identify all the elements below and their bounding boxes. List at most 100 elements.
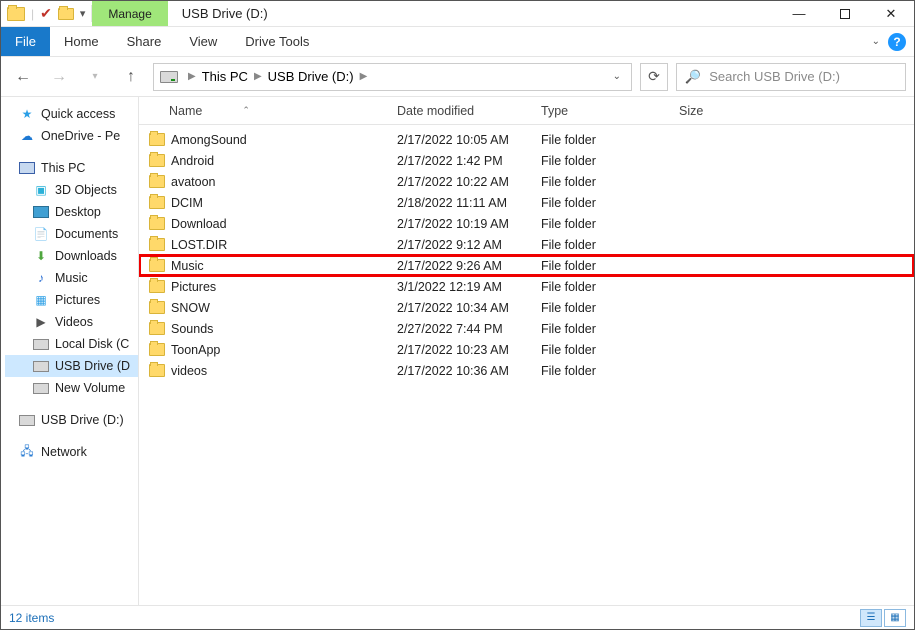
close-button[interactable]: ✕ [868, 1, 914, 26]
folder-icon [149, 301, 165, 314]
file-date: 2/17/2022 1:42 PM [397, 154, 541, 168]
sidebar-item-label: Music [55, 271, 88, 285]
breadcrumb-this-pc[interactable]: This PC [202, 69, 248, 84]
file-type: File folder [541, 133, 651, 147]
folder-row-amongsound[interactable]: AmongSound2/17/2022 10:05 AMFile folder [139, 129, 914, 150]
sidebar-item-usb-drive-d[interactable]: USB Drive (D [5, 355, 138, 377]
nav-forward-button[interactable]: → [45, 63, 73, 91]
folder-row-pictures[interactable]: Pictures3/1/2022 12:19 AMFile folder [139, 276, 914, 297]
chevron-right-icon[interactable]: ▶ [250, 71, 266, 82]
folder-icon [149, 238, 165, 251]
file-name: Download [171, 217, 227, 231]
folder-icon[interactable] [58, 8, 74, 20]
column-header-date[interactable]: Date modified [397, 104, 541, 118]
file-date: 2/17/2022 10:05 AM [397, 133, 541, 147]
address-dropdown-icon[interactable]: ⌄ [609, 71, 625, 82]
sidebar-item-label: Documents [55, 227, 118, 241]
folder-row-lost-dir[interactable]: LOST.DIR2/17/2022 9:12 AMFile folder [139, 234, 914, 255]
status-item-count: 12 items [9, 611, 54, 625]
search-input[interactable] [709, 69, 897, 84]
mus-icon: ♪ [33, 270, 49, 286]
file-date: 2/17/2022 9:26 AM [397, 259, 541, 273]
chevron-right-icon[interactable]: ▶ [184, 71, 200, 82]
ribbon-collapse-icon[interactable]: ⌄ [872, 36, 880, 47]
refresh-button[interactable]: ⟳ [640, 63, 668, 91]
nav-back-button[interactable]: ← [9, 63, 37, 91]
column-header-type[interactable]: Type [541, 104, 651, 118]
disk-icon [33, 336, 49, 352]
folder-icon [149, 322, 165, 335]
file-date: 2/17/2022 10:22 AM [397, 175, 541, 189]
qat-separator: | [31, 7, 34, 21]
folder-row-download[interactable]: Download2/17/2022 10:19 AMFile folder [139, 213, 914, 234]
tab-view[interactable]: View [175, 27, 231, 56]
chevron-right-icon[interactable]: ▶ [356, 71, 372, 82]
checkmark-icon[interactable]: ✔ [40, 5, 52, 22]
sidebar-item-label: Desktop [55, 205, 101, 219]
search-box[interactable]: 🔍 [676, 63, 906, 91]
column-header-size[interactable]: Size [651, 104, 703, 118]
sidebar[interactable]: ★Quick access☁OneDrive - Pe This PC▣3D Ob… [1, 97, 139, 605]
file-date: 2/17/2022 9:12 AM [397, 238, 541, 252]
column-header-name-label: Name [169, 104, 202, 118]
minimize-button[interactable]: — [776, 1, 822, 26]
sidebar-item-label: USB Drive (D:) [41, 413, 124, 427]
qat-overflow[interactable]: ▾ [80, 7, 86, 20]
disk-icon [19, 412, 35, 428]
sidebar-item-label: Quick access [41, 107, 115, 121]
folder-row-snow[interactable]: SNOW2/17/2022 10:34 AMFile folder [139, 297, 914, 318]
folder-row-toonapp[interactable]: ToonApp2/17/2022 10:23 AMFile folder [139, 339, 914, 360]
folder-row-music[interactable]: Music2/17/2022 9:26 AMFile folder [139, 255, 914, 276]
tab-file[interactable]: File [1, 27, 50, 56]
sidebar-item-documents[interactable]: 📄 Documents [5, 223, 138, 245]
column-header-name[interactable]: Name ⌃ [169, 104, 397, 118]
address-bar[interactable]: ▶ This PC ▶ USB Drive (D:) ▶ ⌄ [153, 63, 632, 91]
sidebar-item-usb-drive-d-[interactable]: USB Drive (D:) [5, 409, 138, 431]
app-icon[interactable] [7, 7, 25, 21]
file-name: Pictures [171, 280, 216, 294]
net-icon: 🖧 [19, 444, 35, 460]
sidebar-item-label: OneDrive - Pe [41, 129, 120, 143]
folder-icon [149, 280, 165, 293]
column-headers: Name ⌃ Date modified Type Size [139, 97, 914, 125]
sidebar-item-music[interactable]: ♪ Music [5, 267, 138, 289]
sidebar-item-network[interactable]: 🖧Network [5, 441, 138, 463]
folder-row-avatoon[interactable]: avatoon2/17/2022 10:22 AMFile folder [139, 171, 914, 192]
file-list[interactable]: AmongSound2/17/2022 10:05 AMFile folder A… [139, 125, 914, 605]
titlebar: | ✔ ▾ Manage USB Drive (D:) — ✕ [1, 1, 914, 27]
folder-icon [149, 133, 165, 146]
dl-icon: ⬇ [33, 248, 49, 264]
nav-recent-dropdown[interactable]: ▾ [81, 63, 109, 91]
doc-icon: 📄 [33, 226, 49, 242]
sidebar-item-new-volume[interactable]: New Volume [5, 377, 138, 399]
file-type: File folder [541, 343, 651, 357]
contextual-tab-header: Manage [92, 1, 167, 26]
sidebar-item-quick-access[interactable]: ★Quick access [5, 103, 138, 125]
breadcrumb-current[interactable]: USB Drive (D:) [268, 69, 354, 84]
sidebar-item-local-disk-c[interactable]: Local Disk (C [5, 333, 138, 355]
folder-row-sounds[interactable]: Sounds2/27/2022 7:44 PMFile folder [139, 318, 914, 339]
folder-row-android[interactable]: Android2/17/2022 1:42 PMFile folder [139, 150, 914, 171]
file-date: 2/17/2022 10:19 AM [397, 217, 541, 231]
folder-row-dcim[interactable]: DCIM2/18/2022 11:11 AMFile folder [139, 192, 914, 213]
sidebar-item-3d-objects[interactable]: ▣3D Objects [5, 179, 138, 201]
view-details-button[interactable]: ☰ [860, 609, 882, 627]
sidebar-item-this-pc[interactable]: This PC [5, 157, 138, 179]
file-name: Music [171, 259, 204, 273]
maximize-button[interactable] [822, 1, 868, 26]
sidebar-item-onedrive-pe[interactable]: ☁OneDrive - Pe [5, 125, 138, 147]
file-name: Sounds [171, 322, 213, 336]
sidebar-item-pictures[interactable]: ▦Pictures [5, 289, 138, 311]
help-icon[interactable]: ? [888, 33, 906, 51]
tab-share[interactable]: Share [113, 27, 176, 56]
sidebar-item-label: New Volume [55, 381, 125, 395]
sidebar-item-desktop[interactable]: Desktop [5, 201, 138, 223]
view-icons-button[interactable]: ▦ [884, 609, 906, 627]
file-name: Android [171, 154, 214, 168]
sidebar-item-videos[interactable]: ▶Videos [5, 311, 138, 333]
nav-up-button[interactable]: ↑ [117, 63, 145, 91]
tab-home[interactable]: Home [50, 27, 113, 56]
folder-row-videos[interactable]: videos2/17/2022 10:36 AMFile folder [139, 360, 914, 381]
sidebar-item-downloads[interactable]: ⬇Downloads [5, 245, 138, 267]
tab-drive-tools[interactable]: Drive Tools [231, 27, 323, 56]
